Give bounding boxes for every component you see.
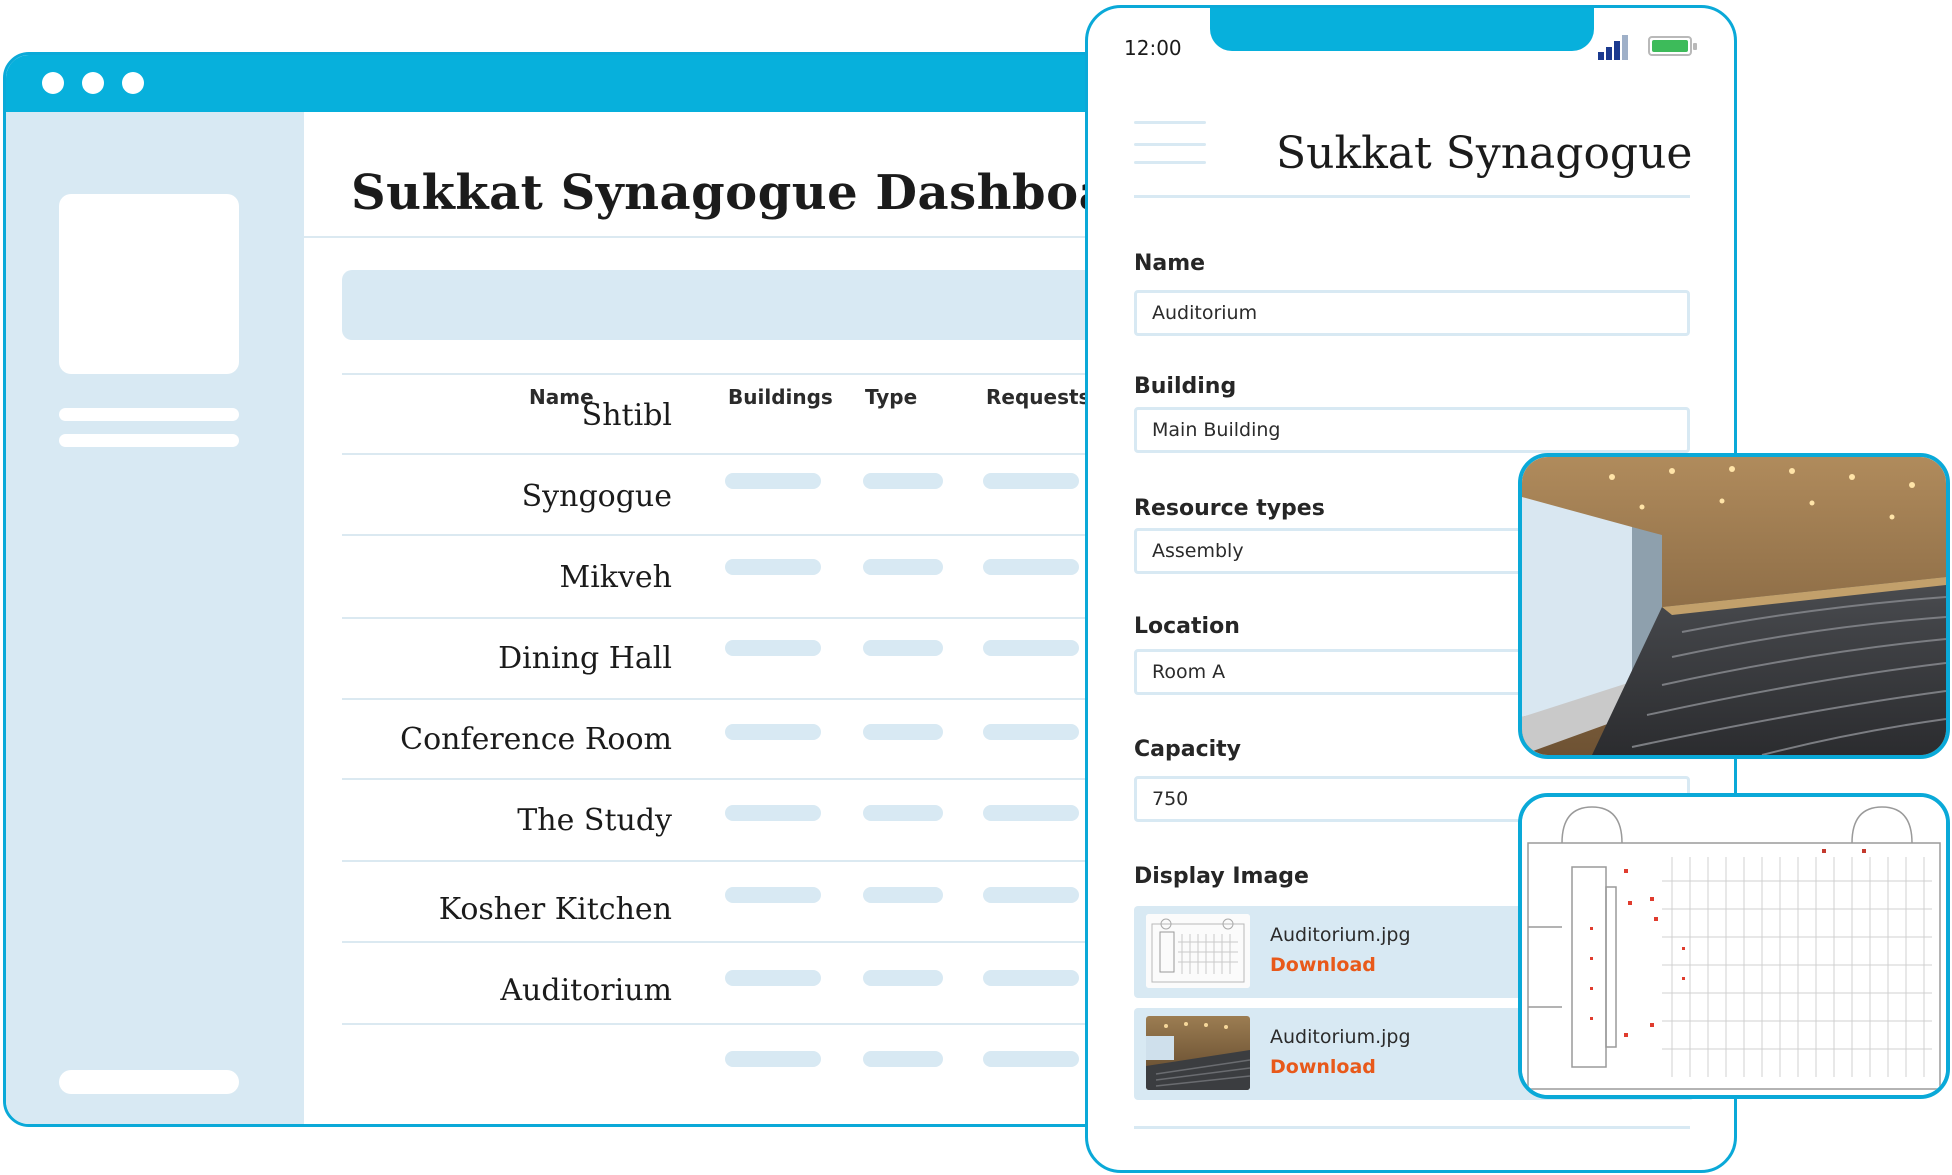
table-row-name[interactable]: Dining Hall (498, 641, 672, 676)
phone-title: Sukkat Synagogue (1276, 128, 1693, 179)
requests-cell-placeholder (983, 970, 1079, 986)
buildings-cell-placeholder (725, 1051, 821, 1067)
dashboard-window: Sukkat Synagogue Dashboard Name Building… (3, 52, 1113, 1127)
window-close-dot[interactable] (42, 72, 64, 94)
auditorium-photo-thumbnail[interactable] (1146, 1016, 1250, 1090)
type-cell-placeholder (863, 473, 943, 489)
window-minimize-dot[interactable] (82, 72, 104, 94)
row-divider (342, 698, 1110, 700)
window-titlebar (6, 55, 1110, 112)
type-cell-placeholder (863, 887, 943, 903)
download-link[interactable]: Download (1270, 954, 1376, 976)
table-row-name[interactable]: Syngogue (522, 479, 672, 514)
row-divider (342, 453, 1110, 455)
sidebar-logo-placeholder (59, 194, 239, 374)
building-label: Building (1134, 374, 1237, 399)
requests-cell-placeholder (983, 559, 1079, 575)
buildings-cell-placeholder (725, 805, 821, 821)
sidebar-nav-placeholder[interactable] (59, 408, 239, 421)
sidebar-footer-placeholder[interactable] (59, 1070, 239, 1094)
type-cell-placeholder (863, 640, 943, 656)
row-divider (342, 1023, 1110, 1025)
column-header-requests[interactable]: Requests (986, 385, 1090, 409)
requests-cell-placeholder (983, 1051, 1079, 1067)
row-divider (342, 941, 1110, 943)
column-header-buildings[interactable]: Buildings (728, 385, 833, 409)
signal-icon (1598, 34, 1634, 60)
display-image-label: Display Image (1134, 864, 1309, 889)
table-row-name[interactable]: Auditorium (500, 973, 672, 1008)
phone-notch (1210, 8, 1594, 51)
building-field[interactable]: Main Building (1134, 407, 1690, 453)
floor-plan-thumbnail[interactable] (1146, 914, 1250, 988)
table-row-name[interactable]: Kosher Kitchen (439, 892, 672, 927)
requests-cell-placeholder (983, 473, 1079, 489)
sidebar-nav-placeholder[interactable] (59, 434, 239, 447)
filter-bar[interactable] (342, 270, 1110, 340)
window-maximize-dot[interactable] (122, 72, 144, 94)
type-cell-placeholder (863, 559, 943, 575)
buildings-cell-placeholder (725, 559, 821, 575)
table-row-name[interactable]: Mikveh (559, 560, 672, 595)
floor-plan-image (1518, 793, 1950, 1099)
buildings-cell-placeholder (725, 887, 821, 903)
requests-cell-placeholder (983, 887, 1079, 903)
type-cell-placeholder (863, 1051, 943, 1067)
table-row-name[interactable]: Conference Room (400, 722, 672, 757)
buildings-cell-placeholder (725, 473, 821, 489)
type-cell-placeholder (863, 970, 943, 986)
sidebar (6, 112, 304, 1124)
type-cell-placeholder (863, 724, 943, 740)
capacity-label: Capacity (1134, 737, 1242, 762)
table-row-name[interactable]: Shtibl (582, 398, 672, 433)
file-name: Auditorium.jpg (1270, 1026, 1411, 1048)
divider (1134, 195, 1690, 198)
buildings-cell-placeholder (725, 640, 821, 656)
divider (1134, 1126, 1690, 1129)
page-title: Sukkat Synagogue Dashboard (351, 165, 1113, 221)
row-divider (342, 617, 1110, 619)
buildings-cell-placeholder (725, 970, 821, 986)
row-divider (342, 534, 1110, 536)
row-divider (342, 778, 1110, 780)
table-row-name[interactable]: The Study (517, 803, 672, 838)
auditorium-photo (1518, 453, 1950, 759)
type-cell-placeholder (863, 805, 943, 821)
battery-icon (1648, 36, 1697, 56)
requests-cell-placeholder (983, 640, 1079, 656)
resource-types-label: Resource types (1134, 496, 1325, 521)
download-link[interactable]: Download (1270, 1056, 1376, 1078)
status-time: 12:00 (1124, 36, 1182, 60)
row-divider (342, 373, 1110, 375)
requests-cell-placeholder (983, 805, 1079, 821)
name-field[interactable]: Auditorium (1134, 290, 1690, 336)
file-name: Auditorium.jpg (1270, 924, 1411, 946)
buildings-cell-placeholder (725, 724, 821, 740)
location-label: Location (1134, 614, 1240, 639)
divider (304, 236, 1110, 238)
column-header-type[interactable]: Type (865, 385, 917, 409)
requests-cell-placeholder (983, 724, 1079, 740)
row-divider (342, 860, 1110, 862)
name-label: Name (1134, 251, 1206, 276)
